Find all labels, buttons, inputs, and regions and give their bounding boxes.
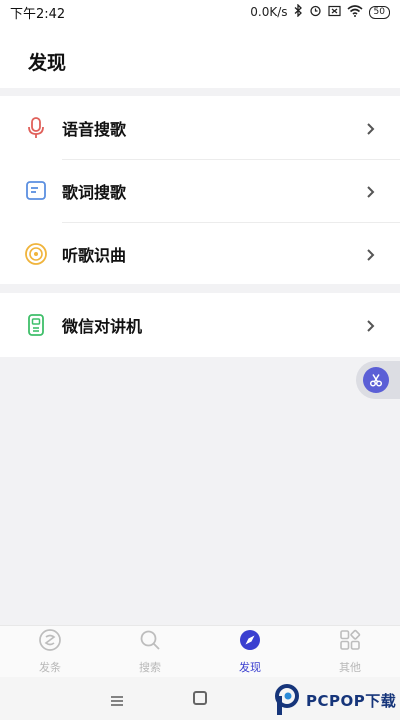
chevron-right-icon bbox=[364, 121, 376, 135]
network-speed: 0.0K/s bbox=[250, 5, 288, 19]
scissors-icon bbox=[363, 367, 389, 393]
bottom-navigation: 发条 搜索 发现 其他 bbox=[0, 625, 400, 677]
chevron-right-icon bbox=[364, 247, 376, 261]
song-recognition-item[interactable]: 听歌识曲 bbox=[0, 222, 400, 285]
page-title: 发现 bbox=[28, 52, 67, 74]
watermark: PCPOP下载 bbox=[274, 682, 396, 718]
nav-tab-wind-up[interactable]: 发条 bbox=[0, 626, 100, 677]
chevron-right-icon bbox=[364, 184, 376, 198]
status-time: 下午2:42 bbox=[10, 6, 66, 22]
lyrics-search-label: 歌词搜歌 bbox=[62, 182, 127, 202]
nav-label: 搜索 bbox=[139, 661, 161, 674]
voice-search-label: 语音搜歌 bbox=[62, 119, 127, 139]
walkie-talkie-icon bbox=[24, 313, 48, 337]
discover-list: 语音搜歌 歌词搜歌 听歌识曲 bbox=[0, 96, 400, 284]
nav-tab-discover[interactable]: 发现 bbox=[200, 626, 300, 677]
lyrics-icon bbox=[24, 179, 48, 203]
wifi-icon bbox=[347, 4, 363, 20]
home-icon[interactable] bbox=[193, 691, 207, 705]
watermark-text: PCPOP下载 bbox=[306, 691, 397, 710]
nav-label: 其他 bbox=[339, 661, 361, 674]
voice-search-item[interactable]: 语音搜歌 bbox=[0, 96, 400, 159]
lyrics-search-item[interactable]: 歌词搜歌 bbox=[0, 159, 400, 222]
status-bar: 下午2:42 0.0K/s 50 bbox=[0, 0, 400, 24]
menu-icon[interactable] bbox=[110, 692, 124, 706]
wind-up-icon bbox=[38, 628, 62, 656]
music-disc-icon bbox=[24, 242, 48, 266]
song-recognition-label: 听歌识曲 bbox=[62, 245, 127, 265]
pcpop-logo-icon bbox=[274, 683, 302, 717]
wechat-walkie-talkie-label: 微信对讲机 bbox=[62, 316, 143, 336]
chevron-right-icon bbox=[364, 318, 376, 332]
nav-tab-other[interactable]: 其他 bbox=[300, 626, 400, 677]
floating-assistant-button[interactable] bbox=[356, 361, 400, 399]
battery-indicator: 50 bbox=[368, 5, 390, 19]
search-icon bbox=[138, 628, 162, 656]
extra-list: 微信对讲机 bbox=[0, 293, 400, 357]
alarm-icon bbox=[309, 4, 322, 20]
microphone-icon bbox=[24, 116, 48, 140]
status-icons: 0.0K/s 50 bbox=[250, 3, 390, 20]
nav-label: 发条 bbox=[39, 661, 61, 674]
nav-tab-search[interactable]: 搜索 bbox=[100, 626, 200, 677]
sim-off-icon bbox=[327, 5, 341, 20]
compass-icon bbox=[238, 628, 262, 656]
bluetooth-icon bbox=[294, 3, 303, 20]
apps-icon bbox=[338, 628, 362, 656]
page-header: 发现 bbox=[0, 24, 400, 88]
wechat-walkie-talkie-item[interactable]: 微信对讲机 bbox=[0, 293, 400, 356]
nav-label: 发现 bbox=[239, 661, 261, 674]
